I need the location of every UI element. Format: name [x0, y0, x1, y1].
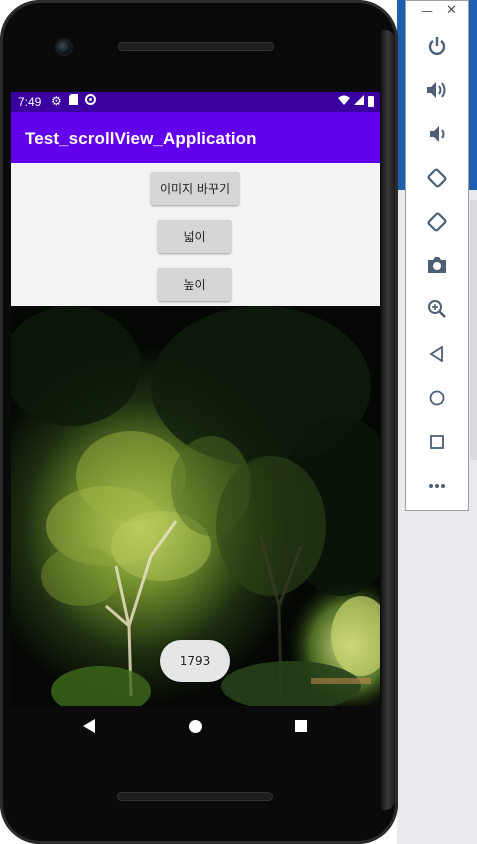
zoom-icon[interactable] [422, 294, 452, 324]
screenshot-icon[interactable] [422, 250, 452, 280]
width-button[interactable]: 넓이 [158, 220, 231, 253]
signal-icon [354, 94, 364, 108]
status-bar: 7:49 ⚙ [11, 92, 380, 112]
height-button[interactable]: 높이 [158, 268, 231, 301]
home-icon[interactable] [189, 720, 202, 733]
phone-frame: 7:49 ⚙ Test_scrollView_Application 이미지 바… [0, 0, 398, 844]
app-bar: Test_scrollView_Application [11, 112, 380, 163]
gear-icon: ⚙ [51, 94, 62, 108]
toast-message: 1793 [160, 640, 230, 682]
sync-icon [84, 94, 96, 108]
minimize-icon[interactable]: — [421, 4, 433, 18]
navigation-bar [11, 706, 380, 746]
status-icons-right [338, 94, 374, 108]
back-icon[interactable] [422, 339, 452, 369]
power-icon[interactable] [422, 31, 452, 61]
button-panel: 이미지 바꾸기 넓이 높이 [11, 163, 380, 306]
rotate-right-icon[interactable] [422, 207, 452, 237]
close-icon[interactable]: ✕ [446, 3, 457, 18]
sd-card-icon [68, 94, 78, 108]
app-title: Test_scrollView_Application [25, 129, 257, 148]
wifi-icon [338, 94, 350, 108]
status-time: 7:49 [18, 95, 42, 109]
desktop-window-edge [470, 200, 477, 460]
overview-icon[interactable] [422, 427, 452, 457]
back-icon[interactable] [83, 719, 95, 733]
emulator-toolbar: — ✕ [405, 0, 469, 511]
status-icons-left: ⚙ [51, 94, 96, 108]
phone-side-edge [381, 30, 395, 810]
home-icon[interactable] [422, 383, 452, 413]
device-screen: 7:49 ⚙ Test_scrollView_Application 이미지 바… [11, 92, 380, 706]
volume-down-icon[interactable] [422, 119, 452, 149]
rotate-left-icon[interactable] [422, 163, 452, 193]
bottom-speaker [117, 792, 273, 801]
volume-up-icon[interactable] [422, 75, 452, 105]
front-camera [57, 40, 71, 54]
recents-icon[interactable] [295, 720, 307, 732]
battery-icon [368, 95, 374, 107]
more-icon[interactable] [422, 471, 452, 501]
emulator-window-controls: — ✕ [406, 1, 468, 25]
change-image-button[interactable]: 이미지 바꾸기 [151, 172, 239, 205]
top-speaker [118, 42, 274, 51]
